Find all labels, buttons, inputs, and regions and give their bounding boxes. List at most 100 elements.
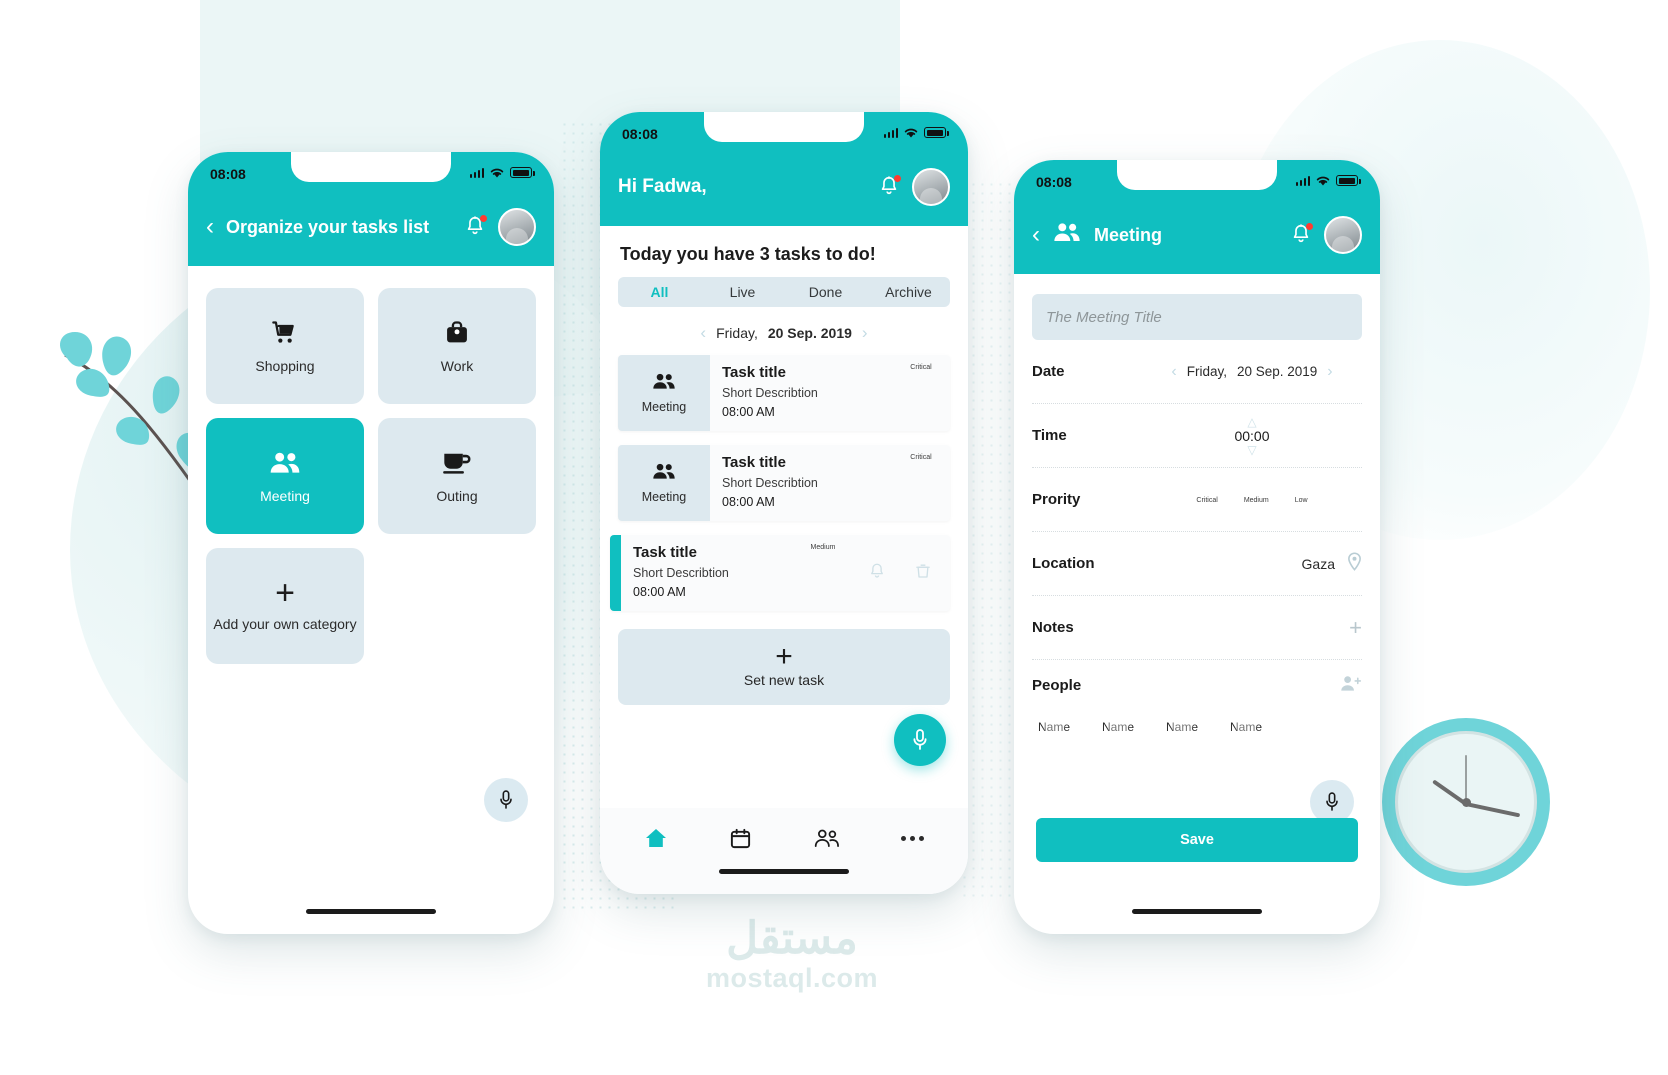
notes-row[interactable]: Notes +: [1032, 596, 1362, 660]
trash-icon[interactable]: [914, 561, 932, 586]
app-bar: Hi Fadwa,: [600, 168, 968, 226]
location-label: Location: [1032, 555, 1095, 572]
time-row[interactable]: Time △ 00:00 ▽: [1032, 404, 1362, 468]
nav-more[interactable]: [900, 835, 924, 841]
voice-input-button[interactable]: [894, 714, 946, 766]
notification-badge: [1306, 223, 1313, 230]
phone-screen-meeting-detail: 08:08 ‹ Meeting The Meeting Title Date ‹…: [1014, 160, 1380, 934]
list-item[interactable]: Name: [1096, 713, 1140, 734]
bell-icon[interactable]: [1290, 223, 1313, 247]
category-tile-outing[interactable]: Outing: [378, 418, 536, 534]
bell-icon[interactable]: [464, 215, 487, 239]
date-weekday: Friday,: [716, 325, 758, 341]
nav-home[interactable]: [644, 827, 668, 849]
plus-icon: +: [775, 640, 793, 673]
voice-input-button[interactable]: [484, 778, 528, 822]
chevron-left-icon[interactable]: ‹: [700, 323, 706, 343]
bell-icon[interactable]: [868, 561, 886, 586]
status-time: 08:08: [210, 166, 246, 182]
list-item[interactable]: Name: [1224, 713, 1268, 734]
people-label: People: [1032, 677, 1082, 694]
category-label: Outing: [436, 488, 478, 504]
people-icon: [268, 448, 302, 478]
tab-live[interactable]: Live: [701, 284, 784, 300]
briefcase-icon: [443, 318, 471, 348]
task-filter-tabs: All Live Done Archive: [618, 277, 950, 307]
add-person-icon[interactable]: [1340, 674, 1362, 697]
priority-label: Critical: [910, 454, 932, 461]
table-row[interactable]: Meeting Task title Short Describtion 08:…: [618, 355, 950, 431]
status-time: 08:08: [622, 126, 658, 142]
watermark-arabic: مستقل: [726, 914, 858, 963]
user-avatar[interactable]: [1324, 216, 1362, 254]
watermark-latin: mostaql.com: [705, 963, 879, 994]
task-category: Meeting: [618, 355, 710, 431]
people-avatars: Name Name Name Name: [1032, 713, 1362, 734]
task-description: Short Describtion: [722, 386, 818, 400]
list-item[interactable]: Name: [1160, 713, 1204, 734]
people-icon: [651, 462, 677, 486]
notification-badge: [894, 175, 901, 182]
plus-icon: +: [275, 574, 295, 612]
date-row[interactable]: Date ‹ Friday, 20 Sep. 2019 ›: [1032, 340, 1362, 404]
coffee-cup-icon: [442, 448, 472, 478]
phone-screen-task-list: 08:08 Hi Fadwa, Today you have 3 tasks t…: [600, 112, 968, 894]
caret-down-icon[interactable]: ▽: [1247, 444, 1256, 456]
microphone-icon: [913, 729, 927, 750]
time-value: 00:00: [1234, 427, 1270, 444]
chevron-right-icon[interactable]: ›: [1327, 363, 1332, 381]
tab-all[interactable]: All: [618, 284, 701, 300]
location-row[interactable]: Location Gaza: [1032, 532, 1362, 596]
task-body: Task title Short Describtion 08:00 AM Cr…: [710, 445, 950, 521]
wifi-icon: [904, 128, 918, 138]
priority-option-medium[interactable]: Medium: [1244, 496, 1269, 504]
table-row[interactable]: Meeting Task title Short Describtion 08:…: [618, 445, 950, 521]
category-tile-add-own[interactable]: + Add your own category: [206, 548, 364, 664]
tab-done[interactable]: Done: [784, 284, 867, 300]
set-new-task-button[interactable]: + Set new task: [618, 629, 950, 705]
home-icon: [646, 829, 667, 847]
table-row-selected[interactable]: Task title Short Describtion 08:00 AM Me…: [610, 535, 950, 611]
decorative-clock: [1382, 718, 1550, 886]
caret-up-icon[interactable]: △: [1247, 416, 1256, 428]
map-pin-icon[interactable]: [1347, 551, 1362, 576]
date-value: 20 Sep. 2019: [1236, 364, 1318, 379]
category-tile-shopping[interactable]: Shopping: [206, 288, 364, 404]
status-badge: Medium: [804, 543, 842, 551]
device-notch: [704, 112, 864, 142]
nav-calendar[interactable]: [729, 827, 752, 850]
device-notch: [1117, 160, 1277, 190]
chevron-right-icon[interactable]: ›: [862, 323, 868, 343]
tab-archive[interactable]: Archive: [867, 284, 950, 300]
plus-icon[interactable]: +: [1349, 616, 1362, 638]
date-weekday: Friday,: [1186, 364, 1227, 379]
chevron-left-icon[interactable]: ‹: [206, 215, 214, 239]
device-notch: [291, 152, 451, 182]
priority-label: Medium: [810, 544, 836, 551]
list-item[interactable]: Name: [1032, 713, 1076, 734]
category-label: Shopping: [255, 358, 315, 374]
chevron-left-icon[interactable]: ‹: [1171, 363, 1176, 381]
priority-option-critical[interactable]: Critical: [1196, 496, 1217, 504]
user-avatar[interactable]: [912, 168, 950, 206]
meeting-title-input[interactable]: The Meeting Title: [1032, 294, 1362, 340]
date-label: Date: [1032, 363, 1065, 380]
signal-icon: [469, 167, 484, 178]
bell-icon[interactable]: [878, 175, 901, 199]
nav-people[interactable]: [813, 828, 840, 849]
chevron-left-icon[interactable]: ‹: [1032, 223, 1040, 247]
priority-label: Prority: [1032, 491, 1081, 508]
save-button[interactable]: Save: [1036, 818, 1358, 862]
user-avatar[interactable]: [498, 208, 536, 246]
category-tile-work[interactable]: Work: [378, 288, 536, 404]
date-navigator: ‹ Friday, 20 Sep. 2019 ›: [600, 307, 968, 355]
battery-icon: [1336, 175, 1361, 186]
selected-accent-bar: [610, 535, 621, 611]
date-value: 20 Sep. 2019: [767, 325, 852, 341]
status-badge: Critical: [902, 363, 940, 371]
signal-icon: [883, 127, 898, 138]
home-indicator: [306, 909, 436, 914]
calendar-icon: [731, 828, 751, 848]
category-tile-meeting[interactable]: Meeting: [206, 418, 364, 534]
priority-option-low[interactable]: Low: [1295, 496, 1308, 504]
